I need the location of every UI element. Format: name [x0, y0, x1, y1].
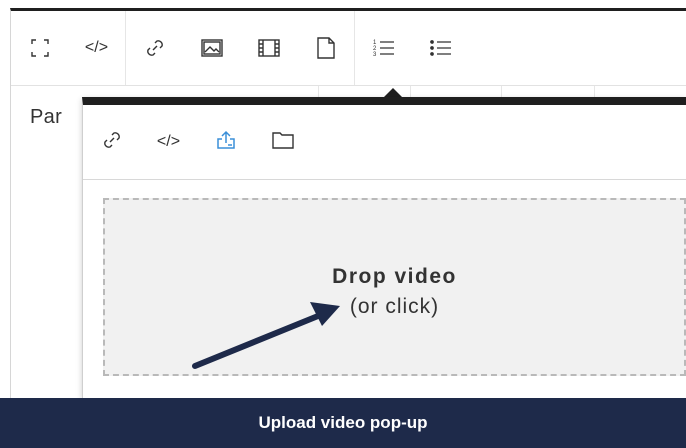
dropzone-title: Drop video: [332, 265, 457, 288]
fullscreen-icon: [30, 39, 49, 57]
caption-text: Upload video pop-up: [258, 413, 428, 432]
fullscreen-button[interactable]: [11, 11, 68, 85]
toolbar-group-insert: [126, 11, 355, 85]
code-view-button[interactable]: </>: [68, 11, 125, 85]
tab-browse-videos[interactable]: [254, 105, 311, 179]
tab-video-embed-code[interactable]: </>: [140, 105, 197, 179]
caption-banner: Upload video pop-up: [0, 398, 686, 448]
toolbar-group-view: </>: [11, 11, 126, 85]
unordered-list-button[interactable]: [412, 11, 469, 85]
code-icon: </>: [156, 133, 181, 150]
toolbar-group-lists: 1 2 3: [355, 11, 469, 85]
editor-toolbar: </> 1 2 3: [11, 11, 686, 86]
video-dropzone[interactable]: Drop video (or click): [103, 198, 686, 376]
upload-video-popup: </> Drop video (or click): [82, 97, 686, 398]
insert-video-button[interactable]: [240, 11, 297, 85]
ordered-list-button[interactable]: 1 2 3: [355, 11, 412, 85]
svg-text:3: 3: [373, 52, 377, 58]
paragraph-format-label[interactable]: Par: [30, 106, 62, 129]
unordered-list-icon: [429, 38, 452, 58]
file-icon: [316, 37, 335, 59]
tab-video-by-url[interactable]: [83, 105, 140, 179]
insert-file-button[interactable]: [297, 11, 354, 85]
insert-image-button[interactable]: [183, 11, 240, 85]
tab-upload-video[interactable]: [197, 105, 254, 179]
ordered-list-icon: 1 2 3: [373, 38, 395, 58]
link-icon: [101, 129, 123, 156]
dropzone-subtitle: (or click): [349, 295, 440, 318]
popup-tabs: </>: [83, 105, 686, 180]
image-icon: [200, 39, 223, 57]
video-icon: [257, 39, 280, 57]
folder-icon: [271, 131, 294, 154]
code-icon: </>: [84, 39, 109, 56]
insert-link-button[interactable]: [126, 11, 183, 85]
link-icon: [144, 37, 166, 59]
upload-icon: [214, 129, 238, 156]
